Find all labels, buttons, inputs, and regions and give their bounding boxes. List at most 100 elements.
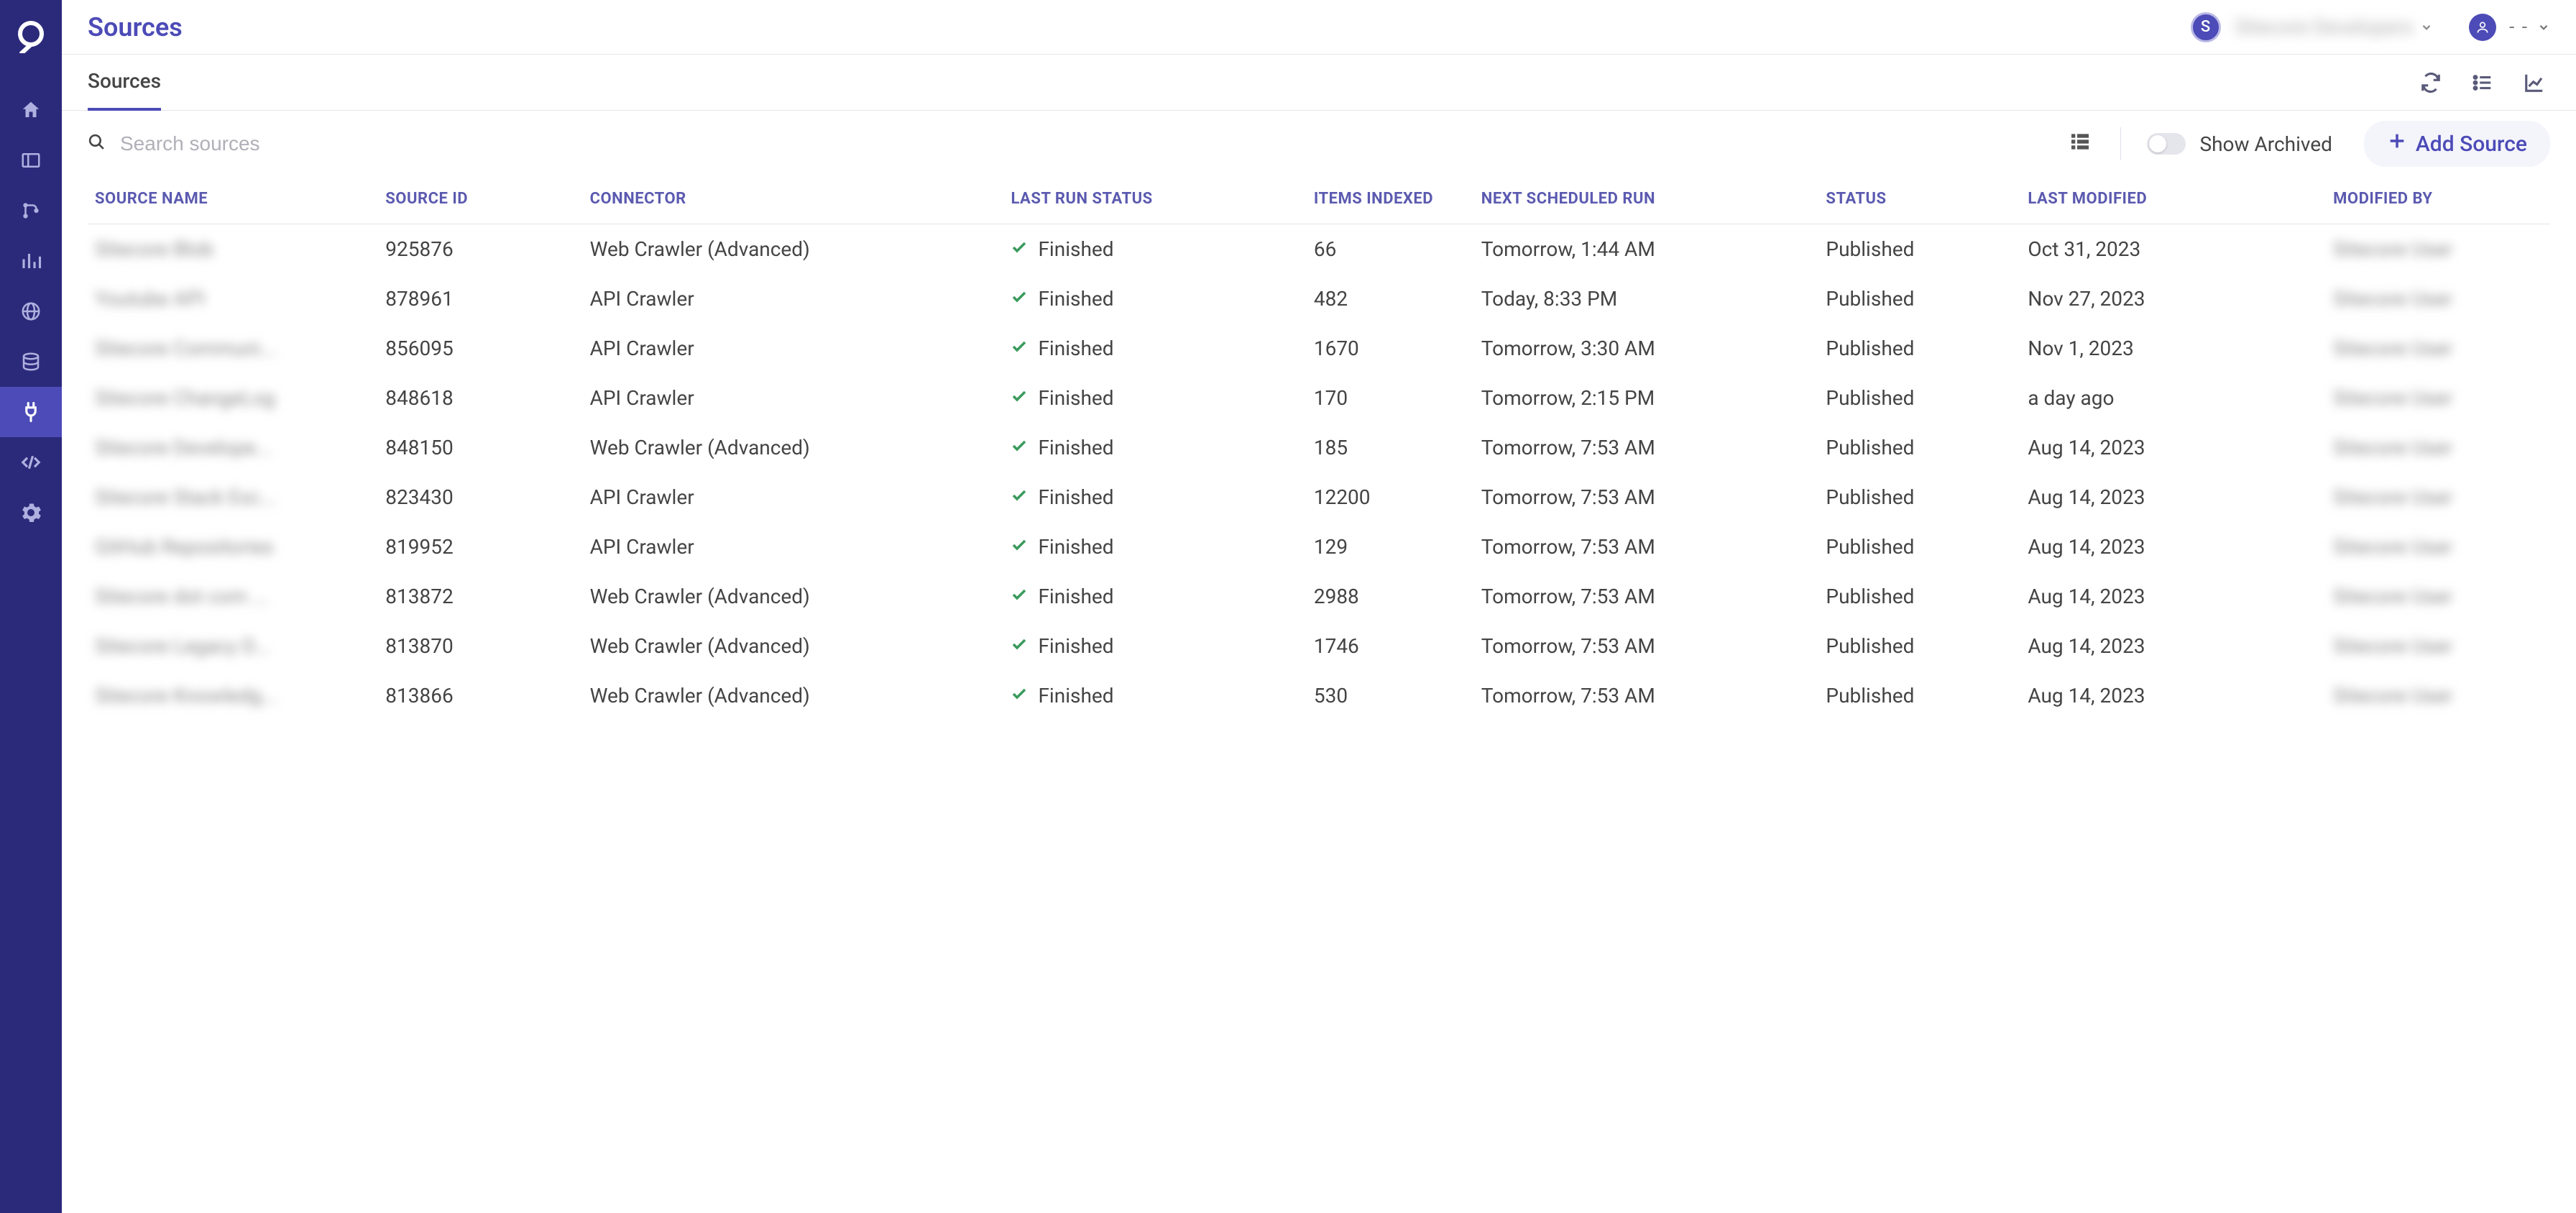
add-source-button[interactable]: Add Source	[2364, 121, 2550, 167]
search-icon	[88, 132, 120, 156]
show-archived-label: Show Archived	[2200, 132, 2332, 156]
nav-home[interactable]	[0, 85, 62, 135]
nav-settings[interactable]	[0, 488, 62, 538]
cell-status: Published	[1818, 324, 2020, 373]
sidebar	[0, 0, 62, 1213]
grid-view-icon[interactable]	[2069, 130, 2092, 158]
cell-connector: Web Crawler (Advanced)	[583, 224, 1004, 275]
col-status[interactable]: STATUS	[1818, 177, 2020, 224]
show-archived-toggle[interactable]	[2147, 133, 2186, 155]
cell-modified-by: Sitecore User	[2326, 324, 2550, 373]
cell-status: Published	[1818, 423, 2020, 472]
nav-layout[interactable]	[0, 135, 62, 186]
cell-last-run: Finished	[1003, 522, 1306, 572]
cell-source-id: 856095	[378, 324, 582, 373]
org-name[interactable]: Sitecore Developers	[2235, 15, 2414, 39]
cell-last-modified: Aug 14, 2023	[2020, 472, 2326, 522]
table-row[interactable]: Sitecore ChangeLog848618API CrawlerFinis…	[88, 373, 2550, 423]
cell-items-indexed: 170	[1307, 373, 1474, 423]
table-row[interactable]: GitHub Repositories819952API CrawlerFini…	[88, 522, 2550, 572]
col-source-name[interactable]: SOURCE NAME	[88, 177, 378, 224]
cell-status: Published	[1818, 671, 2020, 720]
cell-modified-by: Sitecore User	[2326, 572, 2550, 621]
cell-last-modified: Aug 14, 2023	[2020, 423, 2326, 472]
cell-connector: API Crawler	[583, 324, 1004, 373]
chevron-down-icon[interactable]	[2420, 15, 2433, 39]
cell-source-id: 813870	[378, 621, 582, 671]
table-row[interactable]: Sitecore Knowledg...813866Web Crawler (A…	[88, 671, 2550, 720]
nav-branch[interactable]	[0, 186, 62, 236]
cell-next-run: Tomorrow, 7:53 AM	[1474, 522, 1819, 572]
col-next-run[interactable]: NEXT SCHEDULED RUN	[1474, 177, 1819, 224]
check-icon	[1011, 585, 1038, 608]
table-row[interactable]: Sitecore dot com ...813872Web Crawler (A…	[88, 572, 2550, 621]
cell-connector: Web Crawler (Advanced)	[583, 621, 1004, 671]
chart-icon[interactable]	[2518, 67, 2550, 99]
cell-connector: API Crawler	[583, 472, 1004, 522]
list-icon[interactable]	[2467, 67, 2498, 99]
check-icon	[1011, 436, 1038, 459]
cell-modified-by: Sitecore User	[2326, 472, 2550, 522]
cell-connector: API Crawler	[583, 522, 1004, 572]
cell-modified-by: Sitecore User	[2326, 522, 2550, 572]
check-icon	[1011, 386, 1038, 410]
cell-status: Published	[1818, 472, 2020, 522]
nav-code[interactable]	[0, 437, 62, 488]
cell-last-run: Finished	[1003, 671, 1306, 720]
app-logo-icon	[13, 17, 49, 53]
org-avatar[interactable]: S	[2191, 12, 2221, 42]
cell-source-name: Sitecore ChangeLog	[88, 373, 378, 423]
tab-sources[interactable]: Sources	[88, 55, 161, 111]
cell-source-id: 823430	[378, 472, 582, 522]
divider	[2120, 127, 2121, 160]
plus-icon	[2387, 131, 2416, 157]
search-input[interactable]	[120, 132, 479, 155]
table-row[interactable]: Sitecore Legacy D...813870Web Crawler (A…	[88, 621, 2550, 671]
nav-analytics[interactable]	[0, 236, 62, 286]
cell-modified-by: Sitecore User	[2326, 621, 2550, 671]
col-connector[interactable]: CONNECTOR	[583, 177, 1004, 224]
cell-last-run: Finished	[1003, 472, 1306, 522]
cell-source-name: Sitecore Develope...	[88, 423, 378, 472]
table-row[interactable]: Sitecore Communi...856095API CrawlerFini…	[88, 324, 2550, 373]
nav-database[interactable]	[0, 337, 62, 387]
cell-status: Published	[1818, 274, 2020, 324]
cell-source-name: Youtube API	[88, 274, 378, 324]
table-row[interactable]: Sitecore Develope...848150Web Crawler (A…	[88, 423, 2550, 472]
cell-modified-by: Sitecore User	[2326, 274, 2550, 324]
page-title: Sources	[88, 12, 183, 42]
col-items-indexed[interactable]: ITEMS INDEXED	[1307, 177, 1474, 224]
cell-status: Published	[1818, 373, 2020, 423]
nav-globe[interactable]	[0, 286, 62, 337]
col-last-run[interactable]: LAST RUN STATUS	[1003, 177, 1306, 224]
user-avatar[interactable]	[2469, 14, 2496, 41]
cell-last-modified: Aug 14, 2023	[2020, 572, 2326, 621]
cell-source-name: Sitecore Stack Exc...	[88, 472, 378, 522]
cell-connector: API Crawler	[583, 373, 1004, 423]
table-row[interactable]: Youtube API878961API CrawlerFinished482T…	[88, 274, 2550, 324]
chevron-down-icon[interactable]	[2537, 15, 2550, 39]
col-modified-by[interactable]: MODIFIED BY	[2326, 177, 2550, 224]
top-header: Sources S Sitecore Developers - -	[62, 0, 2576, 55]
cell-source-id: 878961	[378, 274, 582, 324]
cell-connector: Web Crawler (Advanced)	[583, 423, 1004, 472]
cell-next-run: Tomorrow, 1:44 AM	[1474, 224, 1819, 275]
check-icon	[1011, 337, 1038, 360]
check-icon	[1011, 237, 1038, 261]
cell-last-run: Finished	[1003, 423, 1306, 472]
cell-items-indexed: 1670	[1307, 324, 1474, 373]
cell-items-indexed: 185	[1307, 423, 1474, 472]
col-source-id[interactable]: SOURCE ID	[378, 177, 582, 224]
cell-last-run: Finished	[1003, 621, 1306, 671]
cell-last-run: Finished	[1003, 224, 1306, 275]
cell-connector: Web Crawler (Advanced)	[583, 671, 1004, 720]
cell-source-name: Sitecore dot com ...	[88, 572, 378, 621]
cell-last-run: Finished	[1003, 373, 1306, 423]
nav-sources[interactable]	[0, 387, 62, 437]
col-last-modified[interactable]: LAST MODIFIED	[2020, 177, 2326, 224]
table-row[interactable]: Sitecore Blob925876Web Crawler (Advanced…	[88, 224, 2550, 275]
cell-status: Published	[1818, 224, 2020, 275]
refresh-icon[interactable]	[2415, 67, 2447, 99]
table-row[interactable]: Sitecore Stack Exc...823430API CrawlerFi…	[88, 472, 2550, 522]
check-icon	[1011, 287, 1038, 311]
